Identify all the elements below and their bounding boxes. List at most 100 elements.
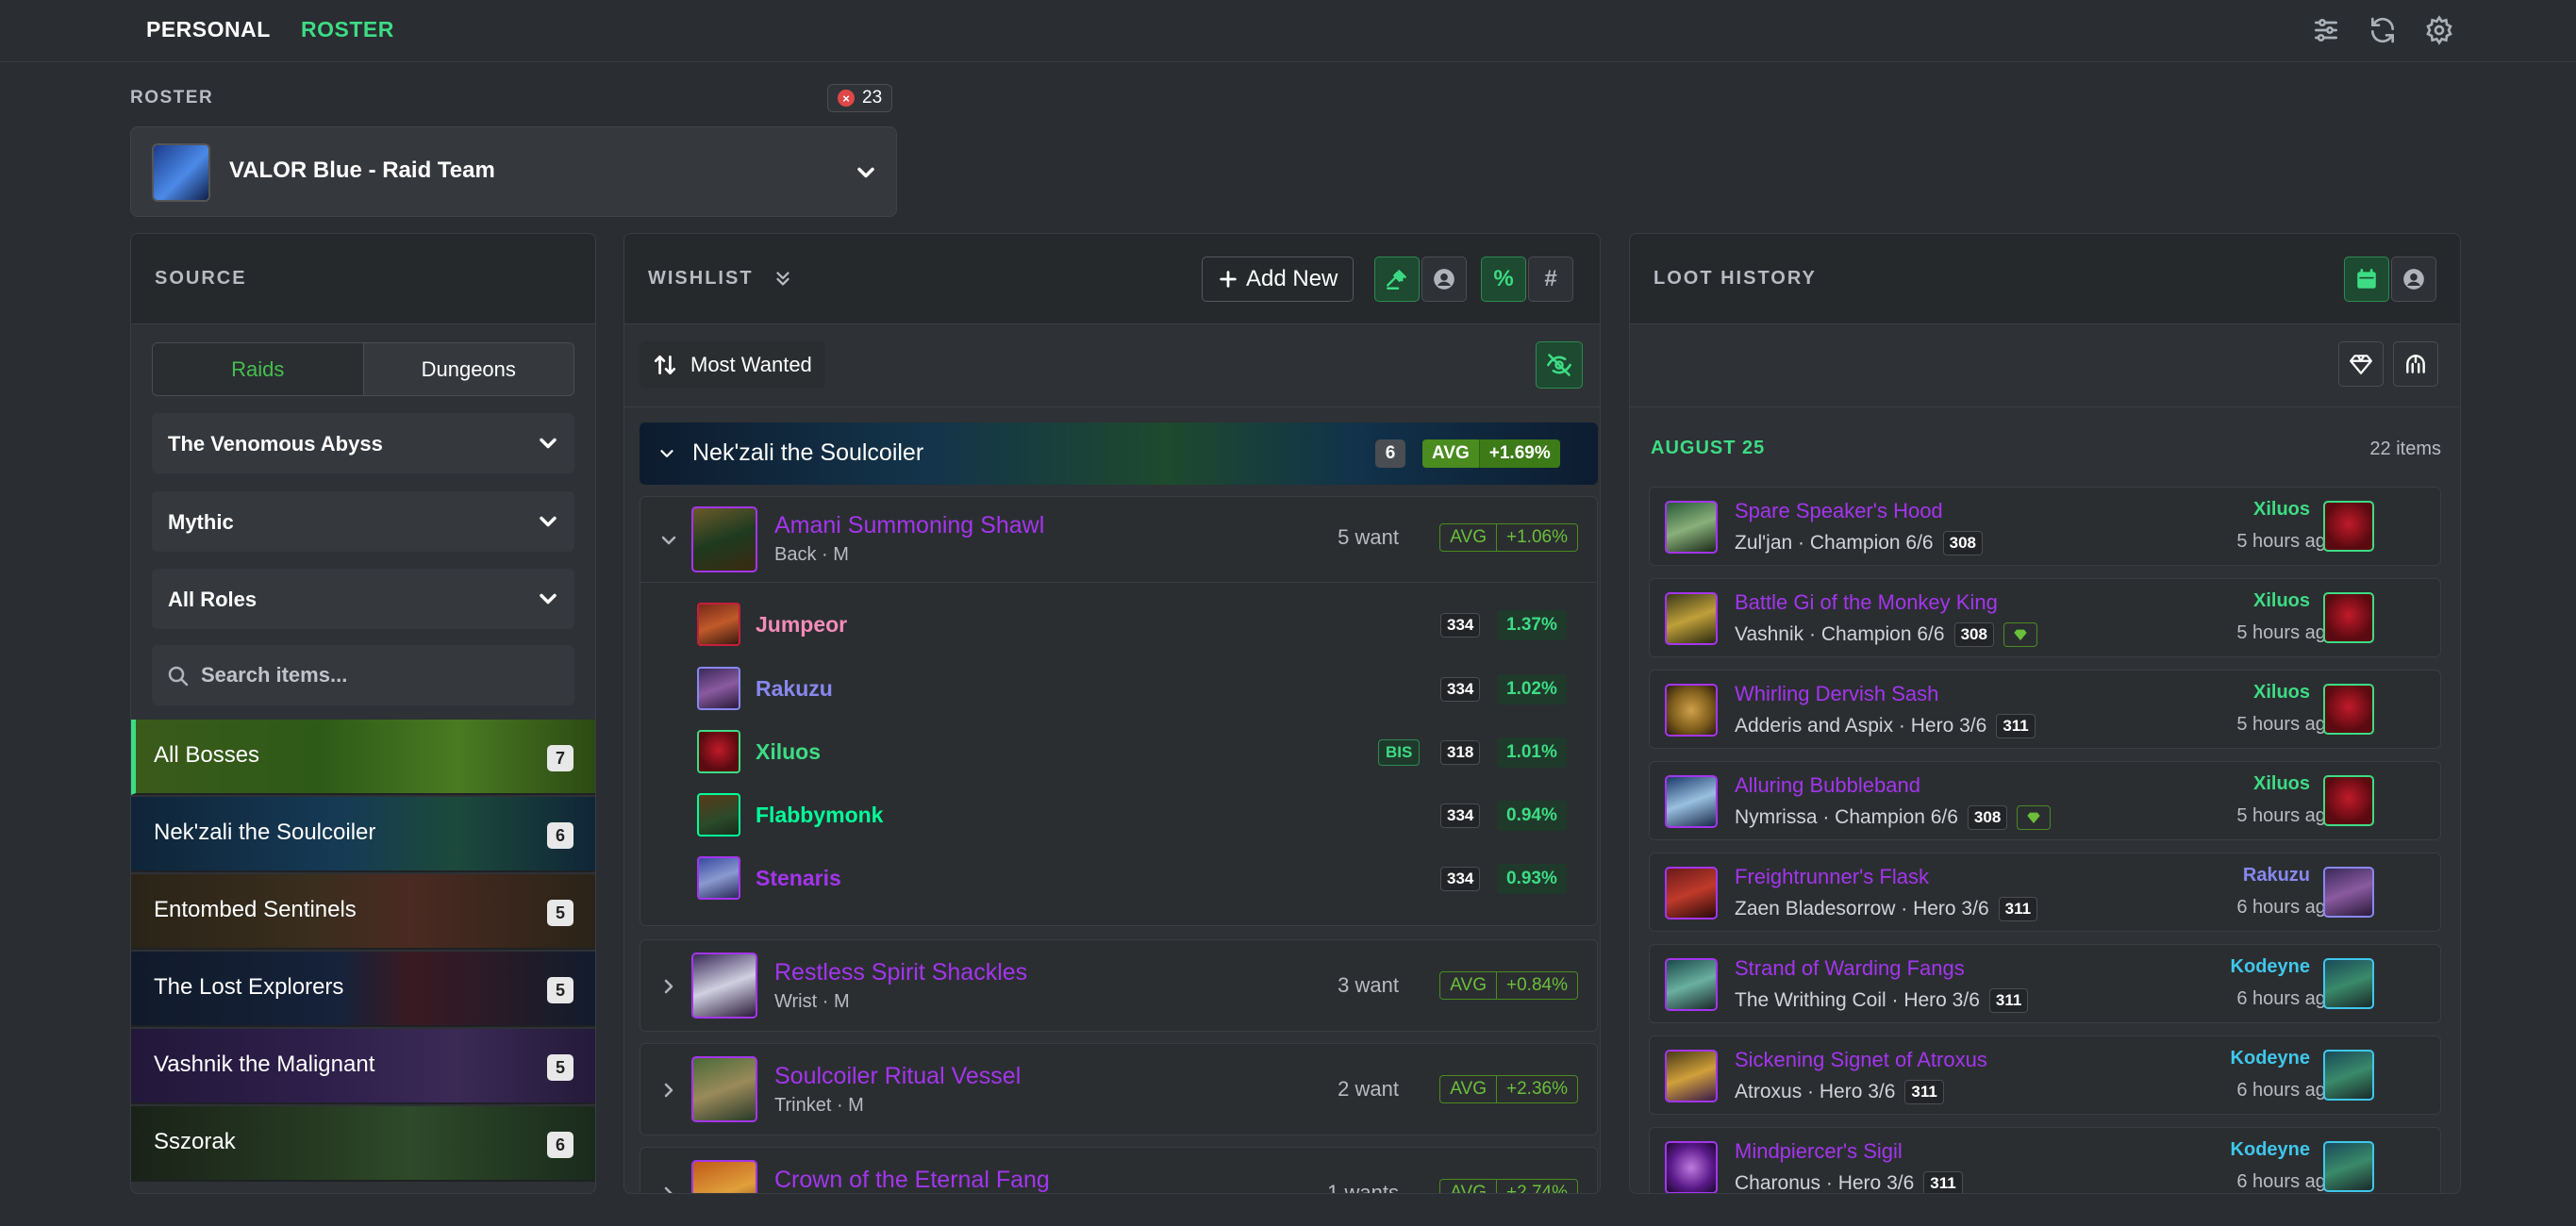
number-toggle[interactable]: # [1528, 257, 1573, 302]
loot-entry[interactable]: Strand of Warding Fangs The Writhing Coi… [1649, 944, 2441, 1023]
bis-badge: BIS [1378, 739, 1421, 766]
player-row[interactable]: Jumpeor 334 1.37% [697, 593, 1567, 652]
boss-filter-entombed-sentinels[interactable]: Entombed Sentinels 5 [131, 874, 595, 950]
loot-item-name[interactable]: Whirling Dervish Sash [1735, 682, 1938, 706]
boss-filter-vashnik[interactable]: Vashnik the Malignant 5 [131, 1029, 595, 1104]
boss-item-count: 5 [547, 1054, 573, 1081]
player-avatar [697, 667, 740, 710]
sort-button[interactable]: Most Wanted [640, 341, 825, 389]
gavel-view-toggle[interactable] [1374, 257, 1420, 302]
calendar-view-toggle[interactable] [2344, 257, 2389, 302]
loot-player-name[interactable]: Xiluos [2253, 682, 2310, 704]
number-label: # [1544, 266, 1557, 291]
loot-player-name[interactable]: Xiluos [2253, 499, 2310, 521]
loot-source-text: Atroxus · Hero 3/6 [1735, 1081, 1896, 1102]
chevron-right-icon[interactable] [657, 1183, 680, 1193]
loot-item-name[interactable]: Strand of Warding Fangs [1735, 956, 1965, 981]
loot-player-name[interactable]: Kodeyne [2231, 1048, 2310, 1069]
roster-team-select[interactable]: VALOR Blue - Raid Team [130, 126, 897, 217]
boss-group-header[interactable]: Nek'zali the Soulcoiler 6 AVG +1.69% [640, 422, 1598, 485]
player-avatar [2323, 867, 2374, 918]
difficulty-select-value: Mythic [168, 510, 234, 534]
chevron-down-icon[interactable] [657, 529, 680, 552]
user-view-toggle[interactable] [1421, 257, 1467, 302]
item-name[interactable]: Restless Spirit Shackles [774, 959, 1027, 986]
wishlist-item[interactable]: Crown of the Eternal Fang 1 wants AVG +2… [640, 1147, 1598, 1193]
nav-tab-personal[interactable]: PERSONAL [146, 17, 271, 42]
loot-time: 6 hours ago [2236, 1171, 2336, 1192]
loot-player-name[interactable]: Rakuzu [2243, 865, 2310, 886]
loot-entry[interactable]: Alluring Bubbleband Nymrissa · Champion … [1649, 761, 2441, 840]
player-row[interactable]: Xiluos BIS 318 1.01% [697, 721, 1567, 779]
tab-dungeons[interactable]: Dungeons [363, 343, 573, 395]
player-row[interactable]: Flabbymonk 334 0.94% [697, 784, 1567, 842]
double-chevron-down-icon[interactable] [773, 268, 793, 289]
boss-filter-nekzali[interactable]: Nek'zali the Soulcoiler 6 [131, 797, 595, 872]
player-ilvl: 318 [1440, 740, 1481, 765]
item-search-box [152, 645, 574, 705]
item-name[interactable]: Amani Summoning Shawl [774, 512, 1044, 539]
player-row[interactable]: Stenaris 334 0.93% [697, 847, 1567, 905]
loot-ilvl: 311 [1923, 1171, 1963, 1193]
loot-item-name[interactable]: Spare Speaker's Hood [1735, 499, 1943, 523]
player-upgrade-pct: 0.93% [1497, 864, 1567, 894]
hide-toggle-button[interactable] [1536, 341, 1583, 389]
gem-filter-button[interactable] [2338, 341, 2384, 387]
loot-source-text: Zaen Bladesorrow · Hero 3/6 [1735, 898, 1989, 920]
loot-time: 6 hours ago [2236, 1080, 2336, 1101]
loot-entry[interactable]: Battle Gi of the Monkey King Vashnik · C… [1649, 578, 2441, 657]
wishlist-item[interactable]: Restless Spirit Shackles Wrist · M 3 wan… [640, 939, 1598, 1032]
loot-item-name[interactable]: Battle Gi of the Monkey King [1735, 590, 1998, 615]
source-title: SOURCE [155, 268, 247, 289]
roles-select[interactable]: All Roles [152, 569, 574, 629]
avg-value: +0.84% [1496, 972, 1577, 999]
percent-toggle[interactable]: % [1481, 257, 1526, 302]
tier-filter-button[interactable] [2393, 341, 2438, 387]
loot-player-name[interactable]: Kodeyne [2231, 956, 2310, 978]
chevron-right-icon[interactable] [657, 1079, 680, 1102]
tab-raids[interactable]: Raids [153, 343, 364, 395]
chevron-right-icon[interactable] [657, 975, 680, 998]
player-avatar [2323, 775, 2374, 826]
loot-item-name[interactable]: Alluring Bubbleband [1735, 773, 1920, 798]
chevron-down-icon [656, 443, 677, 464]
error-count-badge[interactable]: × 23 [827, 84, 893, 112]
add-new-button[interactable]: Add New [1202, 257, 1354, 302]
item-name[interactable]: Crown of the Eternal Fang [774, 1167, 1050, 1193]
boss-filter-all-bosses[interactable]: All Bosses 7 [131, 720, 595, 795]
loot-entry[interactable]: Mindpiercer's Sigil Charonus · Hero 3/6 3… [1649, 1127, 2441, 1193]
boss-item-count: 6 [547, 822, 573, 849]
loot-entry[interactable]: Freightrunner's Flask Zaen Bladesorrow ·… [1649, 853, 2441, 932]
item-icon [1665, 1141, 1718, 1193]
loot-player-name[interactable]: Xiluos [2253, 773, 2310, 795]
user-view-toggle[interactable] [2391, 257, 2436, 302]
player-row[interactable]: Rakuzu 334 1.02% [697, 657, 1567, 716]
boss-filter-sszorak[interactable]: Sszorak 6 [131, 1106, 595, 1182]
loot-item-name[interactable]: Freightrunner's Flask [1735, 865, 1929, 889]
boss-filter-lost-explorers[interactable]: The Lost Explorers 5 [131, 952, 595, 1027]
refresh-icon[interactable] [2368, 15, 2398, 45]
user-circle-icon [1434, 269, 1454, 290]
loot-entry[interactable]: Whirling Dervish Sash Adderis and Aspix … [1649, 670, 2441, 749]
item-icon [1665, 958, 1718, 1011]
loot-player-name[interactable]: Kodeyne [2231, 1139, 2310, 1161]
player-upgrade-pct: 0.94% [1497, 801, 1567, 831]
loot-entry[interactable]: Spare Speaker's Hood Zul'jan · Champion … [1649, 487, 2441, 566]
wishlist-item[interactable]: Soulcoiler Ritual Vessel Trinket · M 2 w… [640, 1043, 1598, 1135]
search-input[interactable] [201, 656, 559, 694]
loot-item-name[interactable]: Sickening Signet of Atroxus [1735, 1048, 1987, 1072]
loot-player-name[interactable]: Xiluos [2253, 590, 2310, 612]
boss-group-name: Nek'zali the Soulcoiler [692, 439, 924, 466]
player-name: Xiluos [756, 739, 822, 764]
nav-tab-roster[interactable]: ROSTER [301, 17, 394, 42]
filter-sliders-icon[interactable] [2311, 15, 2341, 45]
raid-select[interactable]: The Venomous Abyss [152, 413, 574, 473]
source-panel: SOURCE Raids Dungeons The Venomous Abyss… [130, 233, 596, 1194]
loot-entry[interactable]: Sickening Signet of Atroxus Atroxus · He… [1649, 1035, 2441, 1115]
difficulty-select[interactable]: Mythic [152, 491, 574, 552]
boss-item-count: 6 [547, 1132, 573, 1158]
item-avg-badge: AVG +2.36% [1439, 1075, 1578, 1103]
loot-item-name[interactable]: Mindpiercer's Sigil [1735, 1139, 1903, 1164]
settings-gear-icon[interactable] [2424, 15, 2454, 45]
item-name[interactable]: Soulcoiler Ritual Vessel [774, 1063, 1021, 1090]
